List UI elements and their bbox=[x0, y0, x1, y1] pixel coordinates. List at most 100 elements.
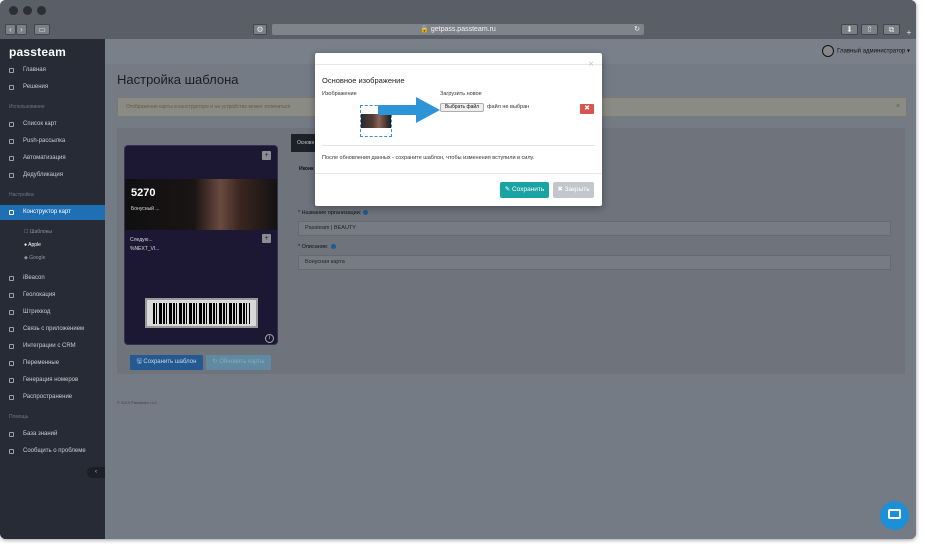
org-name-input[interactable]: Passteam | BEAUTY bbox=[298, 221, 891, 236]
link-icon bbox=[9, 327, 14, 332]
alert-text: Отображение карты в конструкторе и на ус… bbox=[126, 104, 291, 110]
remove-image-button[interactable]: ✖ bbox=[580, 104, 594, 114]
sidebar-subitem-templates[interactable]: ☐ Шаблоны bbox=[24, 229, 52, 235]
download-icon[interactable]: ⬇ bbox=[841, 24, 858, 35]
sidebar-item-automation[interactable]: Автоматизация bbox=[0, 151, 105, 166]
sidebar-item-card-list[interactable]: Список карт bbox=[0, 117, 105, 132]
barcode-icon bbox=[9, 310, 14, 315]
sidebar-item-report-problem[interactable]: Сообщить о проблеме bbox=[0, 444, 105, 459]
user-name: Главный администратор ▾ bbox=[837, 48, 910, 55]
sidebar-item-push[interactable]: Push-рассылка bbox=[0, 134, 105, 149]
info-icon[interactable] bbox=[330, 244, 336, 250]
sidebar-item-label: iBeacon bbox=[23, 275, 45, 281]
image-label: Изображение bbox=[322, 91, 357, 97]
close-window-icon[interactable] bbox=[9, 6, 18, 15]
sidebar-item-crm[interactable]: Интеграции с CRM bbox=[0, 339, 105, 354]
description-input[interactable]: Бонусная карта bbox=[298, 255, 891, 270]
variables-icon bbox=[9, 361, 14, 366]
sidebar-item-label: Список карт bbox=[23, 121, 57, 127]
maximize-window-icon[interactable] bbox=[37, 6, 46, 15]
address-bar[interactable]: 🔒 getpass.passteam.ru ↻ bbox=[272, 24, 644, 35]
info-icon[interactable] bbox=[363, 210, 369, 216]
icon-field-label: Иконк bbox=[299, 166, 314, 172]
sidebar-subitem-google[interactable]: ◆ Google bbox=[24, 255, 45, 261]
info-icon[interactable]: i bbox=[265, 334, 274, 343]
sidebar-item-label: Интеграции с CRM bbox=[23, 343, 76, 349]
sidebar-item-label: Штрихкод bbox=[23, 309, 51, 315]
minimize-window-icon[interactable] bbox=[23, 6, 32, 15]
sidebar-item-solutions[interactable]: Решения bbox=[0, 80, 105, 95]
sidebar-toggle-icon[interactable]: ▭ bbox=[34, 24, 50, 35]
page-title: Настройка шаблона bbox=[117, 72, 239, 87]
sidebar-item-label: Геолокация bbox=[23, 292, 56, 298]
sidebar-item-label: Генерация номеров bbox=[23, 377, 79, 383]
home-icon bbox=[9, 68, 14, 73]
save-note: После обновления данных - сохраните шабл… bbox=[322, 155, 535, 161]
sidebar-item-dedup[interactable]: Дедубликация bbox=[0, 168, 105, 183]
close-icon[interactable]: × bbox=[588, 59, 594, 70]
bug-icon bbox=[9, 449, 14, 454]
choose-file-button[interactable]: Выбрать файл bbox=[440, 103, 484, 112]
sidebar-item-label: Дедубликация bbox=[23, 172, 63, 178]
avatar bbox=[822, 45, 835, 57]
modal-header-divider bbox=[315, 64, 602, 65]
sidebar-section-settings: Настройка bbox=[9, 192, 34, 198]
sidebar-item-label: Push-рассылка bbox=[23, 138, 66, 144]
automation-icon bbox=[9, 156, 14, 161]
site-settings-icon[interactable]: ⚙ bbox=[253, 24, 267, 35]
sidebar-item-geolocation[interactable]: Геолокация bbox=[0, 288, 105, 303]
sidebar-item-label: Автоматизация bbox=[23, 155, 66, 161]
book-icon bbox=[9, 432, 14, 437]
url-text: getpass.passteam.ru bbox=[430, 26, 496, 33]
forward-icon[interactable]: › bbox=[16, 24, 27, 35]
sidebar-item-label: Сообщить о проблеме bbox=[23, 448, 86, 454]
save-template-button[interactable]: 🖫 Сохранить шаблон bbox=[130, 355, 203, 370]
add-field-icon[interactable]: + bbox=[262, 234, 271, 243]
sidebar-item-knowledge-base[interactable]: База знаний bbox=[0, 427, 105, 442]
dedup-icon bbox=[9, 173, 14, 178]
sidebar-item-variables[interactable]: Переменные bbox=[0, 356, 105, 371]
sidebar-subitem-apple[interactable]: ● Apple bbox=[24, 242, 41, 248]
push-icon bbox=[9, 139, 14, 144]
sidebar-item-label: Главная bbox=[23, 67, 46, 73]
update-cards-button[interactable]: ↻ Обновить карты bbox=[206, 355, 271, 370]
reload-icon[interactable]: ↻ bbox=[634, 24, 640, 35]
browser-chrome: ‹ › ▭ ⚙ 🔒 getpass.passteam.ru ↻ ⬇ ⇧ ⧉ + bbox=[0, 0, 916, 39]
description-label-text: * Описание: bbox=[298, 244, 329, 250]
sidebar-item-label: Распространение bbox=[23, 394, 73, 400]
sidebar-item-distribution[interactable]: Распространение bbox=[0, 390, 105, 405]
sidebar-item-card-builder[interactable]: Конструктор карт bbox=[0, 205, 105, 220]
description-label: * Описание: bbox=[298, 244, 336, 250]
org-name-label: * Название организации: bbox=[298, 210, 369, 216]
sidebar-item-app-link[interactable]: Связь с приложением bbox=[0, 322, 105, 337]
add-logo-icon[interactable]: + bbox=[262, 151, 271, 160]
chat-button[interactable] bbox=[880, 501, 909, 530]
close-button[interactable]: ✖ Закрыть bbox=[553, 182, 594, 198]
number-icon bbox=[9, 378, 14, 383]
file-status: файл не выбран bbox=[487, 104, 530, 110]
beacon-icon bbox=[9, 276, 14, 281]
sidebar-item-barcode[interactable]: Штрихкод bbox=[0, 305, 105, 320]
user-menu[interactable]: Главный администратор ▾ bbox=[822, 45, 910, 57]
sidebar-item-label: Переменные bbox=[23, 360, 60, 366]
sidebar-item-number-generation[interactable]: Генерация номеров bbox=[0, 373, 105, 388]
sidebar-item-home[interactable]: Главная bbox=[0, 63, 105, 78]
sidebar-item-label: Конструктор карт bbox=[23, 209, 71, 215]
save-button[interactable]: ✎ Сохранить bbox=[500, 182, 549, 198]
list-icon bbox=[9, 122, 14, 127]
back-icon[interactable]: ‹ bbox=[5, 24, 16, 35]
browser-window: ‹ › ▭ ⚙ 🔒 getpass.passteam.ru ↻ ⬇ ⇧ ⧉ + … bbox=[0, 0, 916, 539]
wrench-icon bbox=[9, 210, 14, 215]
card-preview: + 5270 Бонусный ... + Следую... %NEXT_VI… bbox=[124, 145, 278, 345]
sidebar-collapse-button[interactable]: ‹ bbox=[87, 467, 105, 478]
sidebar-item-ibeacon[interactable]: iBeacon bbox=[0, 271, 105, 286]
share-icon[interactable]: ⇧ bbox=[861, 24, 878, 35]
distribution-icon bbox=[9, 395, 14, 400]
tabs-icon[interactable]: ⧉ bbox=[883, 24, 900, 35]
modal-divider bbox=[322, 145, 595, 146]
sidebar-item-label: Связь с приложением bbox=[23, 326, 85, 332]
card-field-value: %NEXT_VI... bbox=[130, 246, 160, 252]
new-tab-icon[interactable]: + bbox=[904, 28, 914, 37]
alert-close-icon[interactable]: × bbox=[896, 98, 900, 116]
card-field-label: Следую... bbox=[130, 237, 153, 243]
